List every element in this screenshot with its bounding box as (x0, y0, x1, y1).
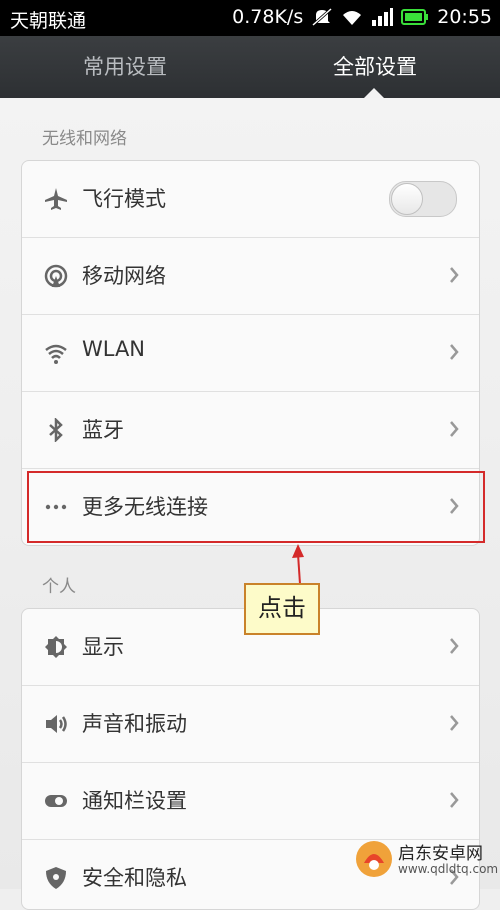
chevron-right-icon (450, 421, 459, 437)
setting-label: 蓝牙 (82, 418, 124, 442)
setting-label: 通知栏设置 (82, 789, 187, 813)
watermark-url: www.qdldtq.com (398, 862, 499, 876)
chevron-right-icon (450, 344, 459, 360)
wifi-status-icon (341, 8, 363, 26)
setting-label: 飞行模式 (82, 187, 166, 211)
callout-arrow (292, 544, 304, 585)
chevron-right-icon (450, 638, 459, 654)
brightness-icon (44, 635, 68, 659)
network-speed: 0.78K/s (232, 6, 304, 28)
setting-notification-bar[interactable]: 通知栏设置 (22, 763, 479, 840)
setting-label: 安全和隐私 (82, 866, 187, 890)
watermark-title: 启东安卓网 (398, 844, 483, 864)
tab-common-settings[interactable]: 常用设置 (0, 36, 250, 98)
battery-icon (401, 9, 429, 25)
chevron-right-icon (450, 267, 459, 283)
chevron-right-icon (450, 715, 459, 731)
watermark-logo-icon (356, 841, 392, 877)
setting-airplane-mode[interactable]: 飞行模式 (22, 161, 479, 238)
mute-icon (311, 7, 333, 27)
shield-icon (44, 866, 68, 890)
status-bar: 天朝联通 0.78K/s 20:55 (0, 0, 500, 36)
bluetooth-icon (44, 416, 68, 444)
clock: 20:55 (437, 6, 492, 28)
setting-mobile-network[interactable]: 移动网络 (22, 238, 479, 315)
section-title-personal: 个人 (42, 577, 76, 597)
wifi-icon (44, 341, 68, 365)
click-callout: 点击 (244, 583, 320, 635)
setting-wlan[interactable]: WLAN (22, 315, 479, 392)
setting-label: 声音和振动 (82, 712, 187, 736)
setting-bluetooth[interactable]: 蓝牙 (22, 392, 479, 469)
airplane-icon (44, 187, 68, 211)
setting-label: 移动网络 (82, 264, 166, 288)
chevron-right-icon (450, 792, 459, 808)
sound-icon (44, 712, 68, 736)
signal-icon (371, 8, 394, 26)
mobile-network-icon (44, 264, 68, 288)
setting-sound-vibration[interactable]: 声音和振动 (22, 686, 479, 763)
section-title-wireless: 无线和网络 (42, 129, 127, 149)
carrier-name: 天朝联通 (10, 10, 87, 32)
highlight-box (27, 471, 485, 543)
active-tab-indicator (364, 88, 384, 98)
watermark: 启东安卓网 www.qdldtq.com (352, 837, 498, 883)
notification-icon (44, 789, 68, 813)
setting-label: 显示 (82, 635, 124, 659)
setting-label: WLAN (82, 337, 146, 361)
airplane-mode-toggle[interactable] (389, 181, 457, 217)
tab-bar: 常用设置 全部设置 (0, 36, 500, 98)
